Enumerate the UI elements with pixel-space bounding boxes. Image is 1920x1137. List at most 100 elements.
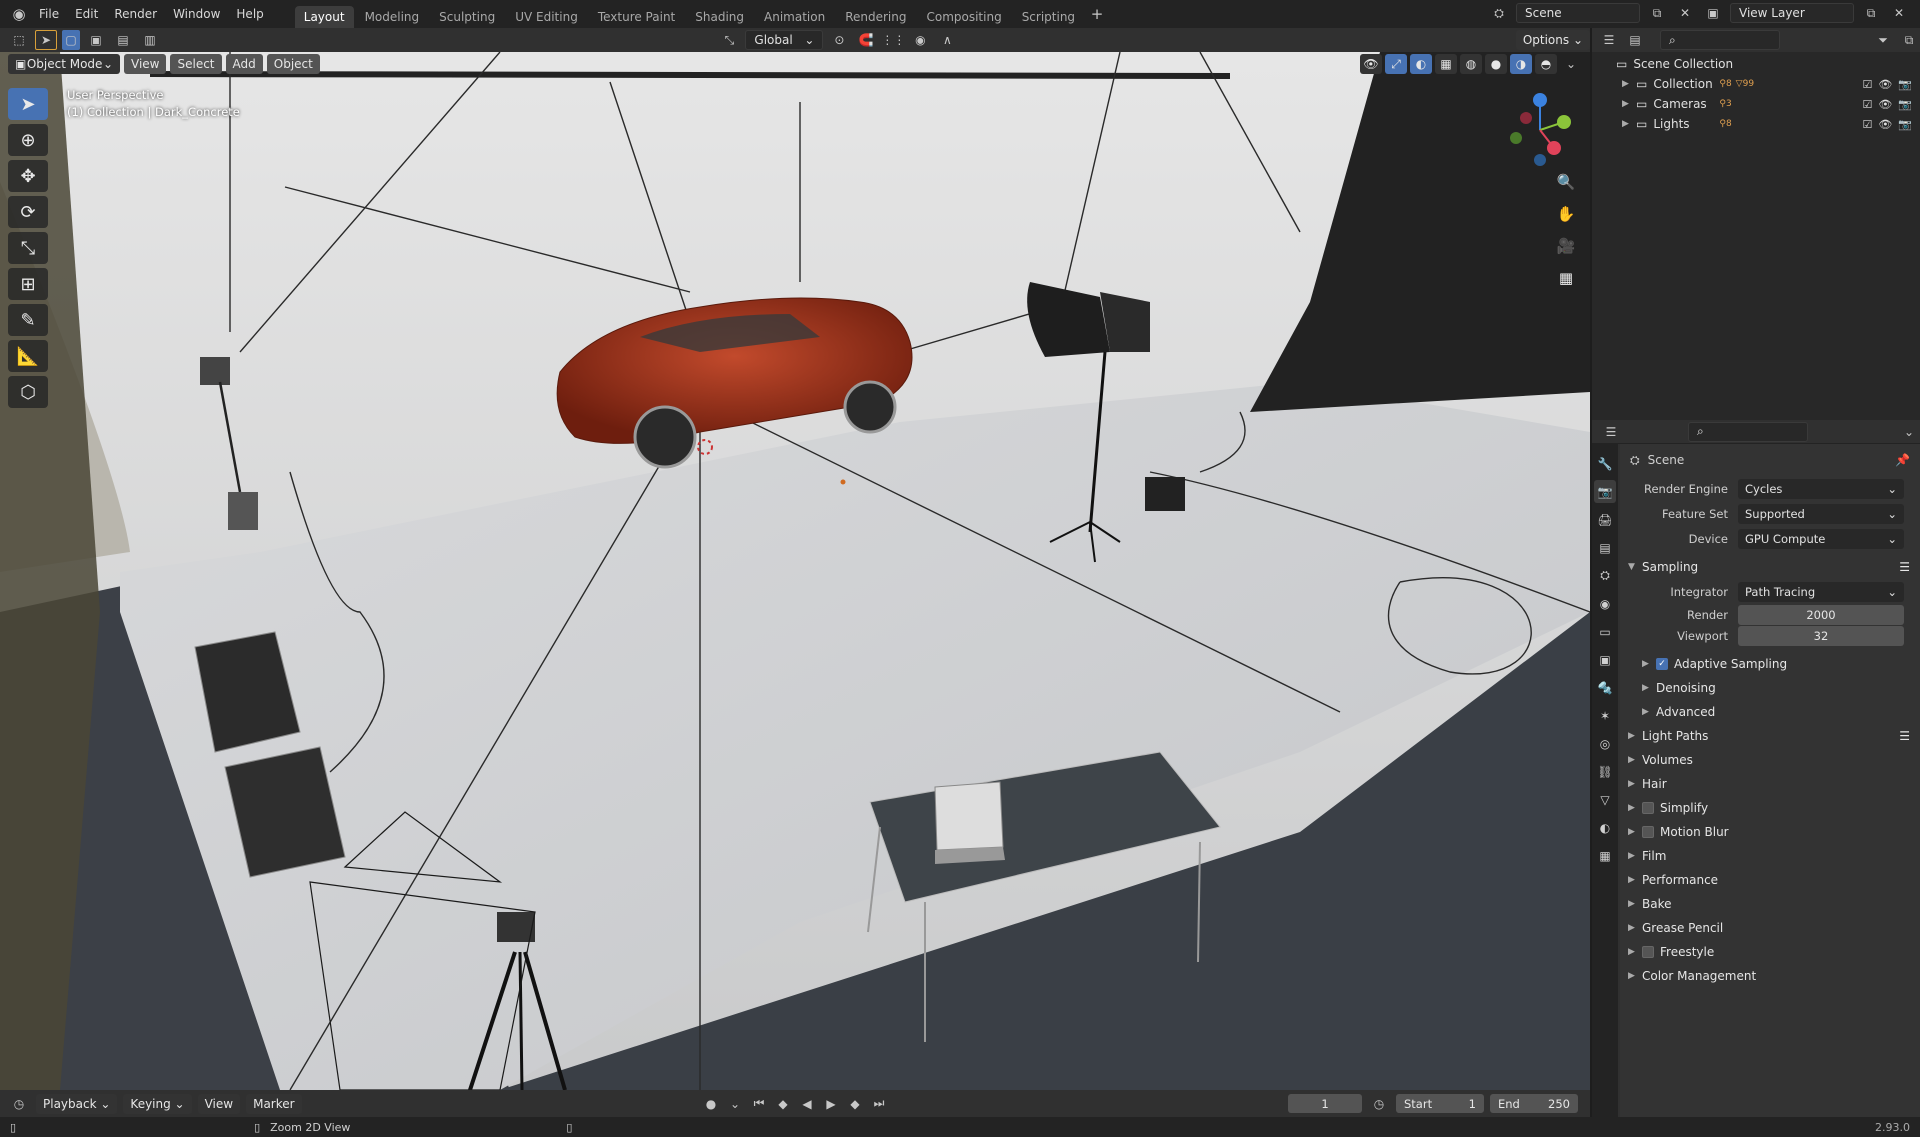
chevron-down-icon[interactable]: ⌄ [1560,54,1582,74]
panel-enable-checkbox[interactable] [1642,826,1654,838]
rotate-tool-icon[interactable]: ⟳ [8,196,48,228]
eye-icon[interactable]: 👁 [1878,78,1892,91]
view-layer-icon[interactable]: ▣ [1702,3,1724,23]
subpanel-advanced[interactable]: ▶ Advanced [1620,700,1920,724]
jump-start-icon[interactable]: ⏮ [748,1094,770,1114]
view-menu[interactable]: View [124,54,167,74]
particles-tab-icon[interactable]: ✶ [1594,704,1616,727]
pin-icon[interactable]: 📌 [1895,453,1910,467]
expand-arrow-icon[interactable]: ▶ [1622,99,1636,109]
visibility-icon[interactable]: 👁 [1360,54,1382,74]
outliner-row-cameras[interactable]: ▶ ▭ Cameras ⚲3 ☑ 👁 📷 [1592,94,1920,114]
marker-menu[interactable]: Marker [246,1093,302,1114]
panel-bake[interactable]: ▶ Bake [1620,892,1920,916]
playback-menu[interactable]: Playback ⌄ [36,1093,118,1114]
outliner-row-lights[interactable]: ▶ ▭ Lights ⚲8 ☑ 👁 📷 [1592,114,1920,134]
eye-icon[interactable]: 👁 [1878,118,1892,131]
annotate-tool-icon[interactable]: ✎ [8,304,48,336]
panel-simplify[interactable]: ▶ Simplify [1620,796,1920,820]
outliner-search-input[interactable]: ⌕ [1660,30,1780,50]
modifiers-tab-icon[interactable]: 🔩 [1594,676,1616,699]
properties-editor-icon[interactable]: ☰ [1600,422,1622,442]
blender-logo-icon[interactable]: ◉ [8,4,30,24]
panel-light-paths[interactable]: ▶ Light Paths ☰ [1620,724,1920,748]
workspace-tab-sculpting[interactable]: Sculpting [430,6,504,28]
keying-menu[interactable]: Keying ⌄ [123,1093,192,1114]
transform-tool-icon[interactable]: ⊞ [8,268,48,300]
xray-icon[interactable]: ▦ [1435,54,1457,74]
exclude-checkbox-icon[interactable]: ☑ [1862,78,1872,91]
new-collection-icon[interactable]: ⧉ [1898,30,1920,50]
render-engine-dropdown[interactable]: Cycles ⌄ [1738,478,1904,499]
next-keyframe-icon[interactable]: ◆ [844,1094,866,1114]
sampling-panel-header[interactable]: ▼ Sampling ☰ [1620,555,1920,579]
display-mode-icon[interactable]: ▤ [1624,30,1646,50]
workspace-tab-uv-editing[interactable]: UV Editing [506,6,587,28]
add-menu[interactable]: Add [225,54,263,74]
axis-y-icon[interactable] [1557,115,1571,129]
presets-icon[interactable]: ☰ [1899,560,1910,574]
workspace-tab-scripting[interactable]: Scripting [1013,6,1084,28]
menu-window[interactable]: Window [166,4,227,24]
preview-range-icon[interactable]: ◷ [1368,1094,1390,1114]
scene-name-field[interactable]: Scene [1516,3,1640,23]
properties-search-input[interactable]: ⌕ [1688,421,1808,442]
panel-freestyle[interactable]: ▶ Freestyle [1620,940,1920,964]
jump-end-icon[interactable]: ⏭ [868,1094,890,1114]
delete-view-layer-icon[interactable]: ✕ [1888,3,1910,23]
wireframe-shading-icon[interactable]: ◍ [1460,54,1482,74]
new-view-layer-icon[interactable]: ⧉ [1860,3,1882,23]
scale-tool-icon[interactable]: ⤡ [8,232,48,264]
expand-arrow-icon[interactable]: ▶ [1622,119,1636,129]
options-dropdown[interactable]: Options ⌄ [1515,30,1590,50]
play-icon[interactable]: ▶ [820,1094,842,1114]
overlay-toggle-icon[interactable]: ◐ [1410,54,1432,74]
panel-film[interactable]: ▶ Film [1620,844,1920,868]
move-tool-icon[interactable]: ✥ [8,160,48,192]
render-tab-icon[interactable]: 📷 [1594,480,1616,503]
rendered-shading-icon[interactable]: ◓ [1535,54,1557,74]
render-samples-field[interactable]: 2000 [1738,604,1904,625]
transform-orientation-icon[interactable]: ⤡ [718,30,740,50]
play-reverse-icon[interactable]: ◀ [796,1094,818,1114]
select-mode-subtract-icon[interactable]: ▤ [112,30,134,50]
new-scene-icon[interactable]: ⧉ [1646,3,1668,23]
axis-x-icon[interactable] [1547,141,1561,155]
select-mode-new-icon[interactable]: ▢ [62,30,80,50]
snap-target-icon[interactable]: ⋮⋮ [881,30,905,50]
menu-edit[interactable]: Edit [68,4,105,24]
adaptive-sampling-checkbox[interactable]: ✓ [1656,658,1668,670]
exclude-checkbox-icon[interactable]: ☑ [1862,98,1872,111]
camera-render-icon[interactable]: 📷 [1898,78,1912,91]
axis-neg-z-icon[interactable] [1534,154,1546,166]
axis-neg-y-icon[interactable] [1510,132,1522,144]
outliner-editor-icon[interactable]: ☰ [1598,30,1620,50]
presets-icon[interactable]: ☰ [1899,729,1910,743]
camera-render-icon[interactable]: 📷 [1898,118,1912,131]
physics-tab-icon[interactable]: ◎ [1594,732,1616,755]
eye-icon[interactable]: 👁 [1878,98,1892,111]
subpanel-denoising[interactable]: ▶ Denoising [1620,676,1920,700]
axis-z-icon[interactable] [1533,93,1547,107]
view-layer-field[interactable]: View Layer [1730,3,1854,23]
proportional-edit-icon[interactable]: ◉ [909,30,931,50]
panel-volumes[interactable]: ▶ Volumes [1620,748,1920,772]
menu-help[interactable]: Help [229,4,270,24]
viewport-samples-field[interactable]: 32 [1738,625,1904,646]
menu-file[interactable]: File [32,4,66,24]
zoom-icon[interactable]: 🔍 [1552,170,1580,194]
workspace-tab-modeling[interactable]: Modeling [356,6,429,28]
select-box-tool-icon[interactable]: ➤ [8,88,48,120]
filter-icon[interactable]: ⏷ [1872,30,1894,50]
select-mode-extend-icon[interactable]: ▣ [85,30,107,50]
viewport-scene[interactable] [0,52,1590,1090]
workspace-tab-compositing[interactable]: Compositing [917,6,1010,28]
navigation-gizmo[interactable] [1500,88,1580,168]
start-frame-field[interactable]: Start 1 [1396,1094,1484,1113]
object-tab-icon[interactable]: ▣ [1594,648,1616,671]
scene-tab-icon[interactable]: ⛭ [1594,564,1616,587]
material-preview-icon[interactable]: ◑ [1510,54,1532,74]
chevron-down-icon[interactable]: ⌄ [724,1094,746,1114]
pan-hand-icon[interactable]: ✋ [1552,202,1580,226]
camera-view-icon[interactable]: 🎥 [1552,234,1580,258]
